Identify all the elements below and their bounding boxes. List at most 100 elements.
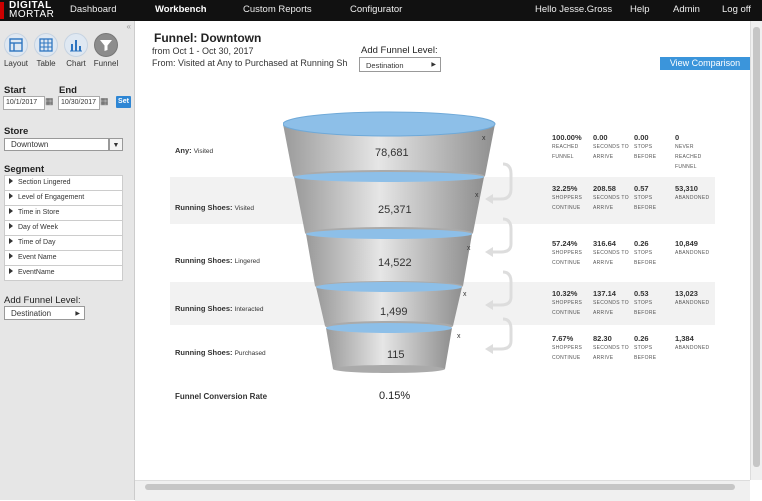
remove-level-icon[interactable]: x bbox=[482, 135, 486, 142]
view-comparison-button[interactable]: View Comparison bbox=[660, 57, 750, 70]
stat-unit: ABANDONED bbox=[675, 300, 710, 306]
segment-item[interactable]: Event Name bbox=[4, 251, 123, 266]
sidebar-add-funnel-select[interactable]: Destination ▶ bbox=[4, 306, 85, 320]
stat-cell: 0 NEVER REACHED FUNNEL bbox=[675, 133, 715, 172]
segment-item-label: Level of Engagement bbox=[18, 194, 85, 201]
start-label: Start bbox=[4, 85, 26, 96]
stat-unit: SECONDS TO ARRIVE bbox=[593, 300, 629, 316]
stat-unit: SECONDS TO ARRIVE bbox=[593, 345, 629, 361]
stat-cell: 100.00% REACHED FUNNEL bbox=[552, 133, 592, 162]
segment-item-label: Time of Day bbox=[18, 239, 56, 246]
segment-item[interactable]: Day of Week bbox=[4, 221, 123, 236]
stat-unit: STOPS BEFORE bbox=[634, 195, 657, 211]
stat-cell: 316.64 SECONDS TO ARRIVE bbox=[593, 239, 633, 268]
nav-dashboard[interactable]: Dashboard bbox=[70, 4, 116, 15]
store-dropdown-icon[interactable]: ▼ bbox=[109, 138, 123, 151]
stat-unit: ABANDONED bbox=[675, 250, 710, 256]
collapse-sidebar-icon[interactable]: « bbox=[127, 22, 131, 31]
conversion-label: Funnel Conversion Rate bbox=[175, 392, 268, 401]
stat-cell: 82.30 SECONDS TO ARRIVE bbox=[593, 334, 633, 363]
remove-level-icon[interactable]: x bbox=[467, 245, 471, 252]
stat-cell: 208.58 SECONDS TO ARRIVE bbox=[593, 184, 633, 213]
stat-value: 82.30 bbox=[593, 334, 612, 343]
user-greeting[interactable]: Hello Jesse.Gross bbox=[535, 4, 612, 15]
stat-value: 137.14 bbox=[593, 289, 616, 298]
level-2-label: Running Shoes: Lingered bbox=[175, 256, 260, 265]
stat-value: 10,849 bbox=[675, 239, 698, 248]
view-table-button[interactable]: Table bbox=[31, 33, 61, 68]
nav-custom-reports[interactable]: Custom Reports bbox=[243, 4, 312, 15]
store-select[interactable]: Downtown bbox=[4, 138, 109, 151]
segment-item[interactable]: Time of Day bbox=[4, 236, 123, 251]
chart-icon bbox=[64, 33, 88, 57]
expand-icon bbox=[9, 238, 13, 244]
date-range: from Oct 1 - Oct 30, 2017 bbox=[152, 46, 254, 56]
nav-help[interactable]: Help bbox=[630, 4, 650, 15]
vertical-scrollbar[interactable] bbox=[750, 21, 762, 480]
end-date-input[interactable]: 10/30/2017 bbox=[58, 96, 100, 110]
set-dates-button[interactable]: Set bbox=[116, 96, 131, 108]
sidebar-add-funnel-value: Destination bbox=[11, 309, 52, 318]
expand-icon bbox=[9, 223, 13, 229]
top-nav: DIGITAL MORTAR Dashboard Workbench Custo… bbox=[0, 0, 762, 21]
scroll-thumb[interactable] bbox=[753, 27, 760, 467]
level-0-count: 78,681 bbox=[375, 147, 409, 159]
stat-value: 0.00 bbox=[634, 133, 649, 142]
stat-cell: 0.53 STOPS BEFORE bbox=[634, 289, 674, 318]
level-4-count: 115 bbox=[387, 349, 405, 361]
scroll-thumb[interactable] bbox=[145, 484, 735, 490]
add-funnel-select[interactable]: Destination ▶ bbox=[359, 57, 441, 72]
dropdown-arrow-icon: ▶ bbox=[431, 62, 436, 68]
funnel-segment[interactable] bbox=[326, 323, 452, 373]
segment-item[interactable]: Level of Engagement bbox=[4, 191, 123, 206]
funnel-icon bbox=[94, 33, 118, 57]
stat-unit: SHOPPERS CONTINUE bbox=[552, 345, 583, 361]
level-1-count: 25,371 bbox=[378, 204, 412, 216]
stat-unit: STOPS BEFORE bbox=[634, 345, 657, 361]
stat-cell: 13,023 ABANDONED bbox=[675, 289, 715, 308]
stat-cell: 7.67% SHOPPERS CONTINUE bbox=[552, 334, 592, 363]
view-chart-button[interactable]: Chart bbox=[61, 33, 91, 68]
stat-value: 0.57 bbox=[634, 184, 649, 193]
nav-configurator[interactable]: Configurator bbox=[350, 4, 402, 15]
view-funnel-button[interactable]: Funnel bbox=[91, 33, 121, 68]
stat-unit: SHOPPERS CONTINUE bbox=[552, 195, 583, 211]
segment-item-label: Event Name bbox=[18, 254, 57, 261]
stat-cell: 10,849 ABANDONED bbox=[675, 239, 715, 258]
expand-icon bbox=[9, 193, 13, 199]
nav-logoff[interactable]: Log off bbox=[722, 4, 751, 15]
remove-level-icon[interactable]: x bbox=[457, 333, 461, 340]
start-calendar-icon[interactable]: ▦ bbox=[45, 96, 55, 108]
segment-item[interactable]: EventName bbox=[4, 266, 123, 281]
end-label: End bbox=[59, 85, 77, 96]
remove-level-icon[interactable]: x bbox=[475, 192, 479, 199]
stat-value: 1,384 bbox=[675, 334, 694, 343]
stat-cell: 32.25% SHOPPERS CONTINUE bbox=[552, 184, 592, 213]
level-1-label: Running Shoes: Visited bbox=[175, 203, 254, 212]
store-label: Store bbox=[4, 126, 29, 137]
segment-item[interactable]: Section Lingered bbox=[4, 175, 123, 191]
brand-logo[interactable]: DIGITAL MORTAR bbox=[0, 0, 62, 21]
segment-item[interactable]: Time in Store bbox=[4, 206, 123, 221]
end-calendar-icon[interactable]: ▦ bbox=[100, 96, 110, 108]
stat-value: 7.67% bbox=[552, 334, 574, 343]
stat-value: 316.64 bbox=[593, 239, 616, 248]
stat-value: 0.53 bbox=[634, 289, 649, 298]
stat-unit: SHOPPERS CONTINUE bbox=[552, 250, 583, 266]
dropdown-arrow-icon: ▶ bbox=[75, 311, 80, 317]
stat-unit: STOPS BEFORE bbox=[634, 250, 657, 266]
stat-value: 0.26 bbox=[634, 334, 649, 343]
horizontal-scrollbar[interactable] bbox=[135, 480, 750, 501]
segment-item-label: EventName bbox=[18, 269, 55, 276]
stat-cell: 1,384 ABANDONED bbox=[675, 334, 715, 353]
nav-admin[interactable]: Admin bbox=[673, 4, 700, 15]
start-date-input[interactable]: 10/1/2017 bbox=[3, 96, 45, 110]
table-icon bbox=[34, 33, 58, 57]
nav-workbench[interactable]: Workbench bbox=[155, 4, 207, 15]
view-layout-label: Layout bbox=[3, 59, 29, 68]
funnel-path: From: Visited at Any to Purchased at Run… bbox=[152, 58, 348, 68]
stat-value: 57.24% bbox=[552, 239, 578, 248]
remove-level-icon[interactable]: x bbox=[463, 291, 467, 298]
view-layout-button[interactable]: Layout bbox=[1, 33, 31, 68]
stat-unit: STOPS BEFORE bbox=[634, 300, 657, 316]
